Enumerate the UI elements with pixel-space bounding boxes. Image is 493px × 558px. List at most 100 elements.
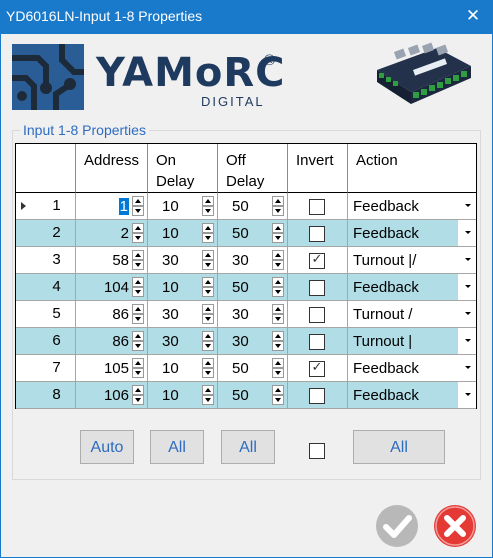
off-delay-spinner[interactable] <box>272 250 284 270</box>
spin-up-icon[interactable] <box>202 331 214 341</box>
spin-up-icon[interactable] <box>202 196 214 206</box>
on-delay-spinner[interactable] <box>202 331 214 351</box>
spin-down-icon[interactable] <box>132 368 144 378</box>
spin-down-icon[interactable] <box>272 206 284 216</box>
row-header[interactable]: 1 <box>16 193 76 220</box>
spin-down-icon[interactable] <box>272 341 284 351</box>
spin-up-icon[interactable] <box>272 331 284 341</box>
address-spinner[interactable] <box>132 358 144 378</box>
on-delay-cell[interactable]: 10 <box>148 220 218 247</box>
spin-down-icon[interactable] <box>202 233 214 243</box>
spin-down-icon[interactable] <box>202 206 214 216</box>
address-cell[interactable]: 86 <box>76 301 148 328</box>
chevron-down-icon[interactable] <box>458 274 476 300</box>
chevron-down-icon[interactable] <box>458 382 476 408</box>
on-delay-all-button[interactable]: All <box>150 430 204 464</box>
address-spinner[interactable] <box>132 277 144 297</box>
row-header[interactable]: 7 <box>16 355 76 382</box>
action-all-button[interactable]: All <box>353 430 445 464</box>
on-delay-cell[interactable]: 10 <box>148 355 218 382</box>
spin-up-icon[interactable] <box>132 358 144 368</box>
spin-up-icon[interactable] <box>202 277 214 287</box>
action-combo[interactable]: Feedback <box>348 220 476 247</box>
invert-checkbox[interactable]: ✓ <box>309 359 325 377</box>
address-cell[interactable]: 105 <box>76 355 148 382</box>
action-combo[interactable]: Turnout / <box>348 301 476 328</box>
chevron-down-icon[interactable] <box>458 220 476 246</box>
spin-down-icon[interactable] <box>202 341 214 351</box>
off-delay-cell[interactable]: 50 <box>218 274 288 301</box>
on-delay-spinner[interactable] <box>202 385 214 405</box>
spin-down-icon[interactable] <box>272 260 284 270</box>
spin-up-icon[interactable] <box>272 196 284 206</box>
invert-cell[interactable] <box>288 220 348 247</box>
invert-cell[interactable] <box>288 382 348 409</box>
off-delay-cell[interactable]: 30 <box>218 301 288 328</box>
spin-down-icon[interactable] <box>202 314 214 324</box>
action-combo[interactable]: Turnout |/ <box>348 247 476 274</box>
spin-up-icon[interactable] <box>132 250 144 260</box>
spin-up-icon[interactable] <box>272 250 284 260</box>
off-delay-cell[interactable]: 50 <box>218 220 288 247</box>
spin-up-icon[interactable] <box>132 196 144 206</box>
spin-down-icon[interactable] <box>132 395 144 405</box>
spin-down-icon[interactable] <box>202 287 214 297</box>
action-combo[interactable]: Turnout | <box>348 328 476 355</box>
spin-down-icon[interactable] <box>272 287 284 297</box>
action-combo[interactable]: Feedback <box>348 355 476 382</box>
row-header[interactable]: 5 <box>16 301 76 328</box>
on-delay-cell[interactable]: 10 <box>148 274 218 301</box>
spin-down-icon[interactable] <box>132 287 144 297</box>
spin-up-icon[interactable] <box>132 277 144 287</box>
invert-cell[interactable] <box>288 301 348 328</box>
off-delay-cell[interactable]: 30 <box>218 328 288 355</box>
invert-checkbox[interactable] <box>309 226 325 242</box>
spin-down-icon[interactable] <box>132 206 144 216</box>
invert-checkbox[interactable] <box>309 280 325 296</box>
invert-cell[interactable] <box>288 328 348 355</box>
row-header[interactable]: 4 <box>16 274 76 301</box>
spin-up-icon[interactable] <box>132 331 144 341</box>
row-header[interactable]: 3 <box>16 247 76 274</box>
row-header[interactable]: 8 <box>16 382 76 409</box>
spin-up-icon[interactable] <box>202 358 214 368</box>
off-delay-all-button[interactable]: All <box>221 430 275 464</box>
address-spinner[interactable] <box>132 196 144 216</box>
chevron-down-icon[interactable] <box>458 328 476 354</box>
row-header[interactable]: 6 <box>16 328 76 355</box>
off-delay-cell[interactable]: 50 <box>218 382 288 409</box>
spin-up-icon[interactable] <box>202 385 214 395</box>
spin-up-icon[interactable] <box>272 223 284 233</box>
spin-up-icon[interactable] <box>132 385 144 395</box>
address-spinner[interactable] <box>132 331 144 351</box>
spin-down-icon[interactable] <box>202 368 214 378</box>
spin-down-icon[interactable] <box>132 260 144 270</box>
invert-cell[interactable]: ✓ <box>288 355 348 382</box>
on-delay-spinner[interactable] <box>202 304 214 324</box>
address-cell[interactable]: 106 <box>76 382 148 409</box>
spin-down-icon[interactable] <box>272 233 284 243</box>
address-spinner[interactable] <box>132 304 144 324</box>
action-combo[interactable]: Feedback <box>348 274 476 301</box>
invert-checkbox[interactable] <box>309 388 325 404</box>
invert-checkbox[interactable] <box>309 199 325 215</box>
address-cell[interactable]: 86 <box>76 328 148 355</box>
address-cell[interactable]: 1 <box>76 193 148 220</box>
address-cell[interactable]: 58 <box>76 247 148 274</box>
address-spinner[interactable] <box>132 385 144 405</box>
spin-up-icon[interactable] <box>272 304 284 314</box>
spin-down-icon[interactable] <box>132 341 144 351</box>
address-spinner[interactable] <box>132 250 144 270</box>
on-delay-spinner[interactable] <box>202 250 214 270</box>
off-delay-spinner[interactable] <box>272 196 284 216</box>
spin-up-icon[interactable] <box>132 304 144 314</box>
chevron-down-icon[interactable] <box>458 193 476 219</box>
checkmark-icon[interactable] <box>375 504 419 548</box>
cancel-x-icon[interactable] <box>433 504 477 548</box>
spin-down-icon[interactable] <box>202 395 214 405</box>
on-delay-spinner[interactable] <box>202 223 214 243</box>
action-combo[interactable]: Feedback <box>348 382 476 409</box>
close-icon[interactable]: ✕ <box>460 4 486 28</box>
on-delay-cell[interactable]: 10 <box>148 382 218 409</box>
chevron-down-icon[interactable] <box>458 247 476 273</box>
